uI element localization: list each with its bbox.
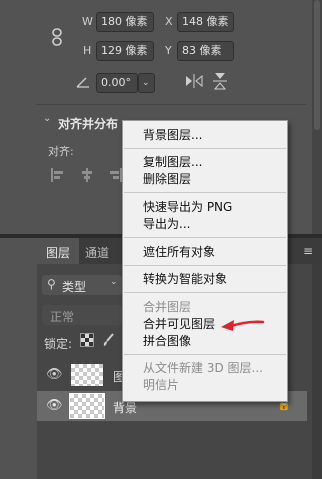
h-label: H [83,44,92,57]
menu-separator [124,192,286,193]
menu-separator [124,354,286,355]
blend-mode-dropdown[interactable]: 正常 [42,305,122,325]
menu-separator [124,265,286,266]
align-right-icon[interactable] [108,168,122,182]
angle-icon [76,76,90,88]
collapse-chevron-icon[interactable]: ⌄ [43,113,51,124]
menu-item-flatten-image[interactable]: 拼合图像 [143,334,191,349]
tab-layers-label: 图层 [46,246,71,260]
eye-icon[interactable]: 👁 [46,398,63,413]
menu-item-delete-layer[interactable]: 删除图层 [143,172,191,187]
menu-item-mask-all-objects[interactable]: 遮住所有对象 [143,245,215,260]
menu-item-postcard: 明信片 [143,378,180,392]
y-field[interactable]: 83 像素 [177,41,234,61]
link-icon[interactable] [50,28,64,46]
lock-transparent-pixels-icon[interactable] [80,333,94,347]
align-center-icon[interactable] [80,168,94,182]
menu-item-merge-visible[interactable]: 合并可见图层 [143,317,215,332]
tab-channels[interactable]: 通道 [85,244,109,261]
flip-horizontal-icon[interactable] [185,74,203,88]
annotation-arrow-icon [219,316,265,332]
chevron-down-icon: ⌄ [110,277,118,287]
angle-dropdown[interactable]: ⌄ [138,73,155,93]
menu-separator [124,148,286,149]
layer-thumbnail [71,364,103,386]
menu-item-background-layer[interactable]: 背景图层... [143,128,202,143]
divider [36,104,306,105]
filter-value: 类型 [62,280,87,294]
angle-field[interactable]: 0.00° [96,73,138,93]
flip-vertical-icon[interactable] [213,72,227,90]
menu-item-merge-layers: 合并图层 [143,300,192,314]
menu-item-quick-export-png[interactable]: 快速导出为 PNG [143,200,232,215]
menu-item-duplicate-layer[interactable]: 复制图层... [143,155,202,170]
blend-mode-value: 正常 [50,310,75,324]
search-icon: ⚲ [47,277,56,291]
filter-dropdown[interactable]: ⚲ 类型 ⌄ [42,275,122,295]
x-label: X [165,15,173,28]
layers-scrollbar[interactable] [312,264,322,479]
y-label: Y [165,44,172,57]
align-label: 对齐: [48,145,74,158]
brush-icon[interactable] [102,333,114,347]
align-section-title: 对齐并分布 [58,117,119,131]
menu-separator [124,292,286,293]
menu-item-convert-to-smart-object[interactable]: 转换为智能对象 [143,272,227,287]
menu-item-export-as[interactable]: 导出为... [143,217,190,232]
context-menu: 背景图层... 复制图层... 删除图层 快速导出为 PNG 导出为... 遮住… [122,120,288,402]
scroll-thumb[interactable] [314,0,320,130]
w-label: W [82,15,93,28]
menu-separator [124,237,286,238]
align-left-icon[interactable] [51,168,65,182]
width-field[interactable]: 180 像素 [96,12,154,32]
x-field[interactable]: 148 像素 [177,12,234,32]
panel-menu-icon[interactable]: ≡ [303,244,313,258]
properties-scrollbar[interactable] [312,0,322,234]
eye-icon[interactable]: 👁 [46,367,63,382]
lock-label: 锁定: [44,337,73,351]
height-field[interactable]: 129 像素 [96,41,154,61]
tab-layers[interactable]: 图层 [37,238,79,264]
menu-item-new-3d-layer-from-file: 从文件新建 3D 图层... [143,361,263,375]
chevron-down-icon: ⌄ [142,78,150,88]
layer-thumbnail [69,393,105,419]
